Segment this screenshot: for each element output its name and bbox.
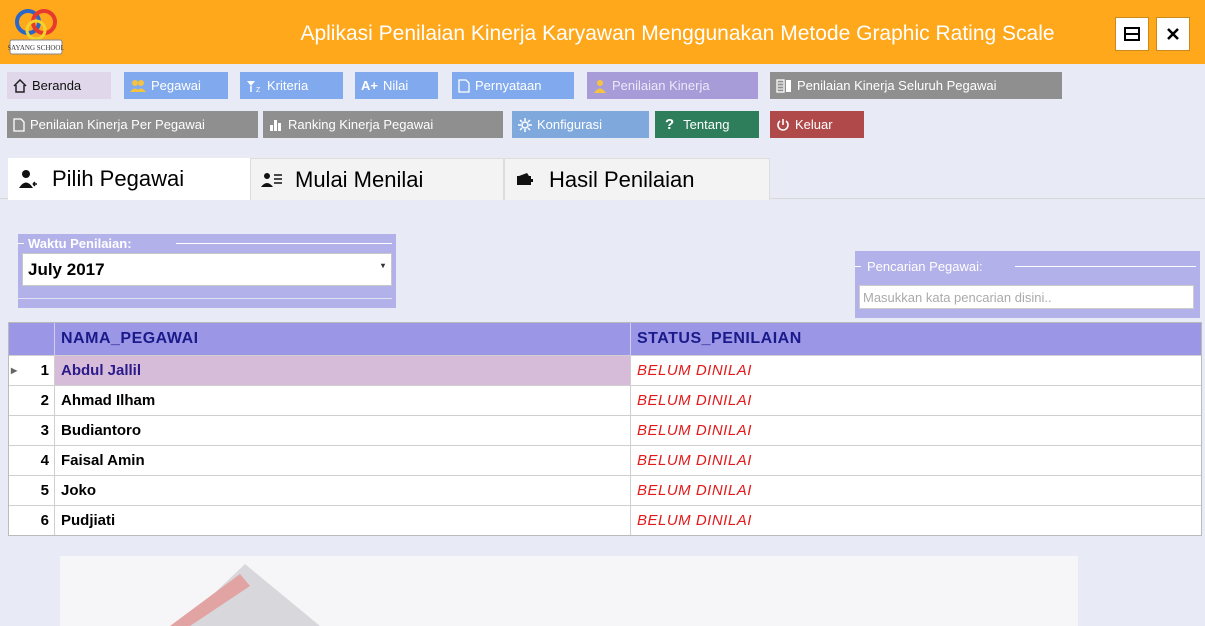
table-header: NAMA_PEGAWAI STATUS_PENILAIAN [9,323,1201,355]
employee-table: NAMA_PEGAWAI STATUS_PENILAIAN ▶ 1 Abdul J… [8,322,1202,536]
table-row[interactable]: 2 Ahmad Ilham BELUM DINILAI [9,385,1201,415]
menu-penilaian-per-pegawai[interactable]: Penilaian Kinerja Per Pegawai [7,111,258,138]
users-icon [130,79,146,92]
menu-penilaian-kinerja[interactable]: Penilaian Kinerja [587,72,758,99]
menu-kriteria[interactable]: Z Kriteria [240,72,343,99]
tab-mulai-menilai[interactable]: Mulai Menilai [250,158,504,200]
table-row[interactable]: 4 Faisal Amin BELUM DINILAI [9,445,1201,475]
status-penilaian[interactable]: BELUM DINILAI [631,386,1201,415]
employee-name[interactable]: Pudjiati [55,506,631,535]
close-button[interactable] [1156,17,1190,51]
maximize-button[interactable] [1115,17,1149,51]
employee-name[interactable]: Joko [55,476,631,505]
status-penilaian[interactable]: BELUM DINILAI [631,446,1201,475]
menu-nilai[interactable]: A+ Nilai [355,72,438,99]
close-icon [1167,28,1179,40]
menu-ranking-kinerja[interactable]: Ranking Kinerja Pegawai [263,111,503,138]
row-number: 3 [9,416,55,445]
status-penilaian[interactable]: BELUM DINILAI [631,356,1201,385]
wallet-icon [517,172,533,185]
row-number: ▶ 1 [9,356,55,385]
waktu-penilaian-group: Waktu Penilaian: July 2017 ▾ [18,234,396,308]
table-row[interactable]: 3 Budiantoro BELUM DINILAI [9,415,1201,445]
svg-text:Z: Z [256,87,261,93]
row-number: 4 [9,446,55,475]
month-select[interactable]: July 2017 ▾ [22,253,392,286]
document-icon [458,78,470,93]
watermark-logo [170,564,320,626]
search-input[interactable] [859,285,1194,309]
employee-name[interactable]: Budiantoro [55,416,631,445]
app-title: Aplikasi Penilaian Kinerja Karyawan Meng… [300,22,1055,45]
dropdown-arrow-icon[interactable]: ▾ [381,261,385,270]
main-menu: Beranda Pegawai Z Kriteria A+ Nilai Pern… [0,64,1205,150]
home-icon [13,78,27,93]
status-penilaian[interactable]: BELUM DINILAI [631,506,1201,535]
row-number-header [9,323,55,355]
menu-pegawai[interactable]: Pegawai [124,72,228,99]
user-icon [594,79,606,93]
watermark [60,556,1078,626]
ranking-icon [270,119,281,131]
menu-tentang[interactable]: ? Tentang [655,111,759,138]
tab-hasil-penilaian[interactable]: Hasil Penilaian [504,158,770,200]
employee-name[interactable]: Ahmad Ilham [55,386,631,415]
table-row[interactable]: 6 Pudjiati BELUM DINILAI [9,505,1201,535]
maximize-icon [1124,27,1140,41]
waktu-penilaian-legend: Waktu Penilaian: [28,236,132,251]
pencarian-pegawai-legend: Pencarian Pegawai: [867,259,983,274]
row-pointer-icon: ▶ [11,366,18,375]
menu-penilaian-seluruh-pegawai[interactable]: Penilaian Kinerja Seluruh Pegawai [770,72,1062,99]
document-icon [13,117,25,132]
report-icon [776,78,791,93]
power-icon [777,118,789,131]
row-number: 2 [9,386,55,415]
status-penilaian[interactable]: BELUM DINILAI [631,476,1201,505]
table-row[interactable]: 5 Joko BELUM DINILAI [9,475,1201,505]
sort-icon: Z [247,80,261,93]
question-icon: ? [665,116,675,133]
title-bar: SAYANG SCHOOL Aplikasi Penilaian Kinerja… [0,0,1205,64]
menu-keluar[interactable]: Keluar [770,111,864,138]
menu-beranda[interactable]: Beranda [7,72,111,99]
gear-icon [518,117,532,132]
column-header-status[interactable]: STATUS_PENILAIAN [631,323,1201,355]
employee-name[interactable]: Faisal Amin [55,446,631,475]
table-row[interactable]: ▶ 1 Abdul Jallil BELUM DINILAI [9,355,1201,385]
user-select-icon [19,170,37,188]
column-header-nama[interactable]: NAMA_PEGAWAI [55,323,631,355]
tab-pilih-pegawai[interactable]: Pilih Pegawai [8,158,250,200]
employee-name[interactable]: Abdul Jallil [55,356,631,385]
row-number: 6 [9,506,55,535]
menu-konfigurasi[interactable]: Konfigurasi [512,111,649,138]
row-number: 5 [9,476,55,505]
user-list-icon [261,172,282,187]
menu-pernyataan[interactable]: Pernyataan [452,72,574,99]
pencarian-pegawai-group: Pencarian Pegawai: [855,251,1200,318]
grade-icon: A+ [361,78,378,93]
status-penilaian[interactable]: BELUM DINILAI [631,416,1201,445]
